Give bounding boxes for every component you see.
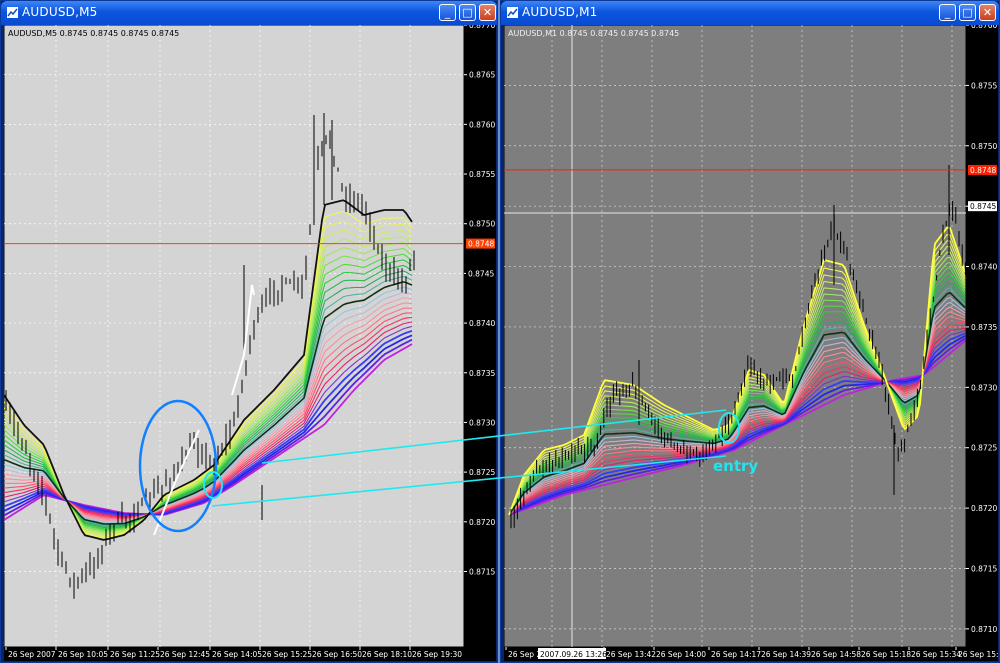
chart-window-icon [507,7,518,18]
time-tick-label: 26 Sep 14:58 [811,650,861,659]
time-tick-label: 26 Sep 14:17 [711,650,761,659]
price-tick-label: 0.8750 [469,220,495,229]
price-tick-label: 0.8755 [971,81,997,90]
price-tick-label: 0.8760 [469,120,495,129]
time-tick-label: 26 Sep 11:25 [110,650,160,659]
time-tick-label: 26 Sep 14:05 [212,650,262,659]
window-title: AUDUSD,M1 [522,5,598,19]
window-titlebar[interactable]: AUDUSD,M5 _ □ ✕ [1,1,497,25]
price-tick-label: 0.8720 [971,504,997,513]
bid-price-label: 0.8745 [468,269,494,278]
price-tick-label: 0.8730 [469,418,495,427]
maximize-button[interactable]: □ [459,4,476,21]
close-button[interactable]: ✕ [479,4,496,21]
price-tick-label: 0.8740 [971,263,997,272]
price-tick-label: 0.8765 [469,71,495,80]
cursor-time-label: 2007.09.26 13:26 [540,650,607,659]
time-tick-label: 26 Sep 15:25 [262,650,312,659]
chart-window-m1[interactable]: AUDUSD,M1 _ □ ✕ AUDUSD,M1 0.8745 0.8745 … [500,0,1000,663]
ask-price-label: 0.8748 [468,240,494,249]
price-tick-label: 0.8750 [971,142,997,151]
maximize-button[interactable]: □ [959,4,976,21]
price-tick-label: 0.8735 [971,323,997,332]
price-chart-m1[interactable]: AUDUSD,M1 0.8745 0.8745 0.8745 0.8745 0.8… [504,25,998,661]
plot-area [4,25,465,648]
close-button[interactable]: ✕ [979,4,996,21]
time-tick-label: 26 Sep 19:30 [412,650,462,659]
price-chart-m5[interactable]: AUDUSD,M5 0.8745 0.8745 0.8745 0.8745 0.8… [4,25,496,661]
time-tick-label: 26 Sep 14:39 [761,650,811,659]
time-tick-label: 26 Sep 13:42 [606,650,656,659]
symbol-info: AUDUSD,M1 0.8745 0.8745 0.8745 0.8745 [508,29,679,38]
price-tick-label: 0.8720 [469,518,495,527]
bid-price-label: 0.8745 [970,202,996,211]
price-tick-label: 0.8715 [469,567,495,576]
time-tick-label: 26 Sep 14:00 [656,650,706,659]
minimize-button[interactable]: _ [939,4,956,21]
minimize-button[interactable]: _ [439,4,456,21]
price-tick-label: 0.8710 [971,625,997,634]
time-tick-label: 26 Sep 16:50 [312,650,362,659]
window-title: AUDUSD,M5 [22,5,98,19]
chart-window-m5[interactable]: AUDUSD,M5 _ □ ✕ AUDUSD,M5 0.8745 0.8745 … [0,0,498,663]
price-tick-label: 0.8755 [469,170,495,179]
price-tick-label: 0.8725 [469,468,495,477]
ask-price-label: 0.8748 [970,166,996,175]
price-tick-label: 0.8770 [469,25,495,30]
price-tick-label: 0.8740 [469,319,495,328]
price-tick-label: 0.8725 [971,444,997,453]
price-tick-label: 0.8730 [971,383,997,392]
time-tick-label: 26 Sep 15:5 [958,650,998,659]
plot-area [504,25,967,648]
price-tick-label: 0.8715 [971,564,997,573]
price-tick-label: 0.8760 [971,25,997,30]
time-tick-label: 26 Sep 18:10 [362,650,412,659]
time-tick-label: 26 Sep 12:45 [160,650,210,659]
symbol-info: AUDUSD,M5 0.8745 0.8745 0.8745 0.8745 [8,29,179,38]
chart-window-icon [7,7,18,18]
price-tick-label: 0.8735 [469,369,495,378]
window-titlebar[interactable]: AUDUSD,M1 _ □ ✕ [501,1,999,25]
time-tick-label: 26 Sep 2007 [8,650,56,659]
time-tick-label: 26 Sep 15:34 [911,650,961,659]
time-tick-label: 26 Sep 10:05 [58,650,108,659]
time-tick-label: 26 Sep 15:18 [861,650,911,659]
